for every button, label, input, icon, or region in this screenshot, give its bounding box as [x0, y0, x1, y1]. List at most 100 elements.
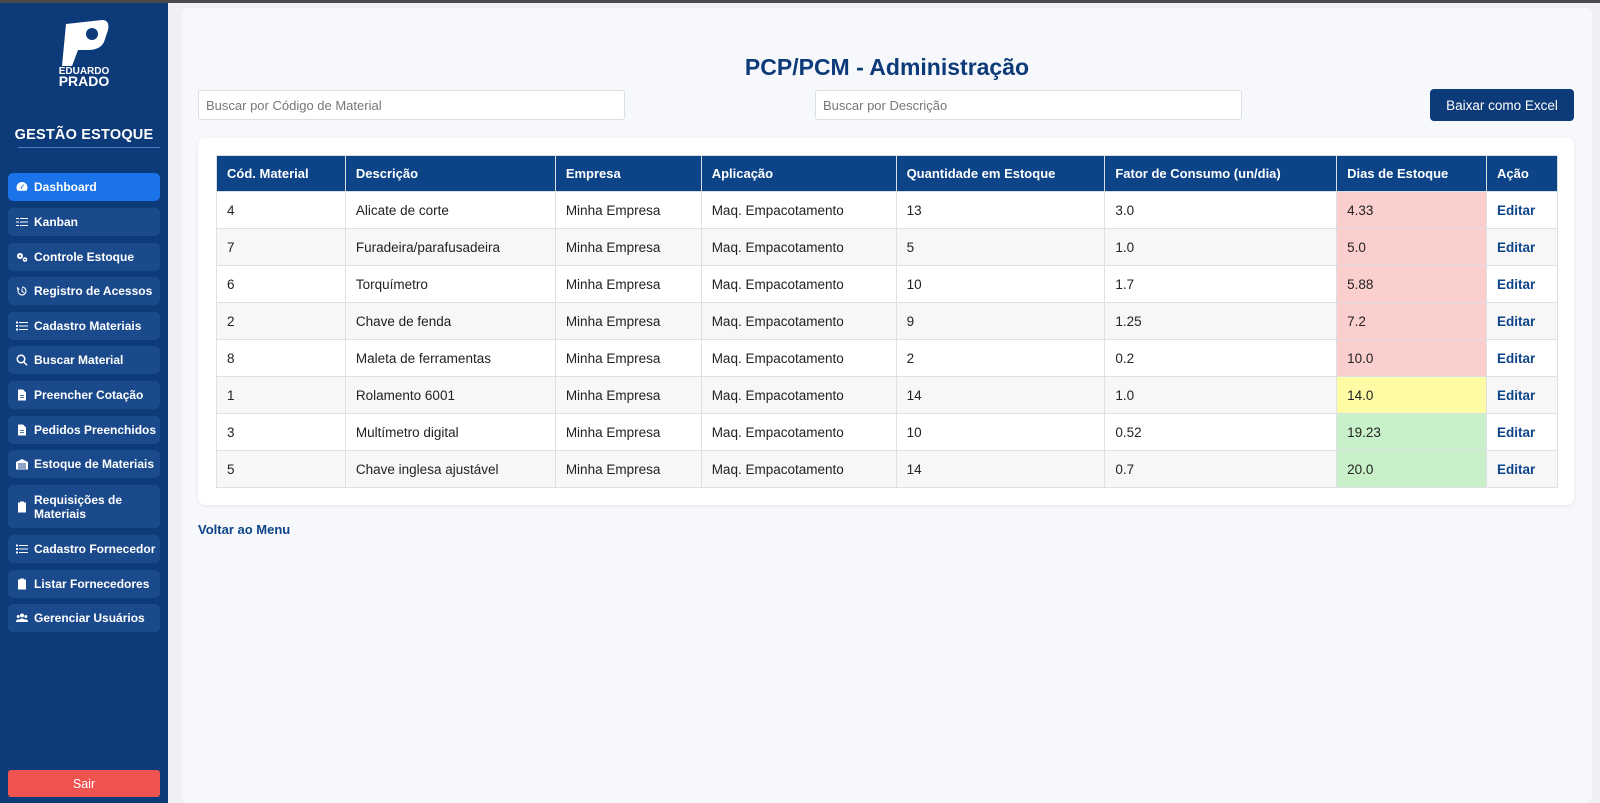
cell-company: Minha Empresa — [554, 376, 702, 414]
edit-link[interactable]: Editar — [1497, 314, 1535, 329]
edit-link[interactable]: Editar — [1497, 462, 1535, 477]
cell-company: Minha Empresa — [554, 265, 702, 303]
cell-description: Rolamento 6001 — [344, 376, 556, 414]
cell-stock-days: 19.23 — [1336, 413, 1487, 451]
sidebar-item-label: Requisições de Materiais — [34, 492, 123, 521]
download-excel-button[interactable]: Baixar como Excel — [1430, 89, 1574, 121]
cell-action: Editar — [1485, 302, 1559, 340]
col-header-dias-estoque[interactable]: Dias de Estoque — [1336, 155, 1487, 192]
cell-application: Maq. Empacotamento — [700, 302, 897, 340]
sidebar-item-requisicoes-materiais[interactable]: Requisições de Materiais — [8, 485, 160, 528]
cell-code: 6 — [216, 265, 346, 303]
back-to-menu-link[interactable]: Voltar ao Menu — [198, 522, 290, 537]
cell-company: Minha Empresa — [554, 413, 702, 451]
cell-consumption-factor: 1.7 — [1104, 265, 1338, 303]
eduardo-prado-logo: EDUARDO PRADO — [44, 18, 124, 89]
search-icon — [15, 353, 29, 367]
cell-application: Maq. Empacotamento — [700, 450, 897, 488]
col-header-acao: Ação — [1485, 155, 1559, 192]
cell-description: Alicate de corte — [344, 191, 556, 229]
cell-stock-days: 10.0 — [1336, 339, 1487, 377]
cell-company: Minha Empresa — [554, 191, 702, 229]
cell-description: Chave de fenda — [344, 302, 556, 340]
sidebar-item-controle-estoque[interactable]: Controle Estoque — [8, 243, 160, 271]
logout-button[interactable]: Sair — [8, 770, 160, 797]
sidebar-item-registro-acessos[interactable]: Registro de Acessos — [8, 277, 160, 305]
sidebar-item-pedidos-preenchidos[interactable]: Pedidos Preenchidos — [8, 416, 160, 444]
cell-consumption-factor: 1.25 — [1104, 302, 1338, 340]
edit-link[interactable]: Editar — [1497, 388, 1535, 403]
sidebar-item-preencher-cotacao[interactable]: Preencher Cotação — [8, 381, 160, 409]
table-row: 1 Rolamento 6001 Minha Empresa Maq. Empa… — [216, 376, 1559, 414]
edit-link[interactable]: Editar — [1497, 425, 1535, 440]
sidebar: EDUARDO PRADO GESTÃO ESTOQUE Dashboard K… — [0, 3, 168, 803]
cell-code: 2 — [216, 302, 346, 340]
cell-description: Torquímetro — [344, 265, 556, 303]
sidebar-title-underline — [18, 147, 160, 148]
cell-application: Maq. Empacotamento — [700, 376, 897, 414]
gears-icon — [15, 250, 29, 264]
table-header-row: Cód. Material Descrição Empresa Aplicaçã… — [216, 155, 1559, 192]
cell-stock-days: 20.0 — [1336, 450, 1487, 488]
cell-consumption-factor: 0.2 — [1104, 339, 1338, 377]
clipboard-icon — [15, 577, 29, 591]
cell-quantity: 10 — [895, 413, 1106, 451]
sidebar-item-label: Estoque de Materiais — [34, 457, 155, 471]
search-description-input[interactable] — [815, 90, 1242, 120]
cell-code: 1 — [216, 376, 346, 414]
table-row: 3 Multímetro digital Minha Empresa Maq. … — [216, 413, 1559, 451]
sidebar-item-gerenciar-usuarios[interactable]: Gerenciar Usuários — [8, 604, 160, 632]
cell-code: 7 — [216, 228, 346, 266]
cell-quantity: 14 — [895, 376, 1106, 414]
users-icon — [15, 611, 29, 625]
cell-action: Editar — [1485, 376, 1559, 414]
edit-link[interactable]: Editar — [1497, 277, 1535, 292]
dashboard-gauge-icon — [15, 180, 29, 194]
search-code-input[interactable] — [198, 90, 625, 120]
materials-table: Cód. Material Descrição Empresa Aplicaçã… — [216, 155, 1559, 488]
sidebar-item-buscar-material[interactable]: Buscar Material — [8, 346, 160, 374]
cell-description: Maleta de ferramentas — [344, 339, 556, 377]
edit-link[interactable]: Editar — [1497, 240, 1535, 255]
cell-quantity: 10 — [895, 265, 1106, 303]
cell-company: Minha Empresa — [554, 228, 702, 266]
sidebar-item-label: Cadastro Fornecedor — [34, 542, 156, 556]
sidebar-item-label: Dashboard — [34, 180, 97, 194]
cell-consumption-factor: 3.0 — [1104, 191, 1338, 229]
col-header-empresa[interactable]: Empresa — [554, 155, 702, 192]
table-row: 4 Alicate de corte Minha Empresa Maq. Em… — [216, 191, 1559, 229]
sidebar-item-kanban[interactable]: Kanban — [8, 208, 160, 236]
sidebar-item-dashboard[interactable]: Dashboard — [8, 173, 160, 201]
sidebar-item-cadastro-fornecedor[interactable]: Cadastro Fornecedor — [8, 535, 160, 563]
cell-description: Furadeira/parafusadeira — [344, 228, 556, 266]
cell-code: 3 — [216, 413, 346, 451]
table-row: 5 Chave inglesa ajustável Minha Empresa … — [216, 450, 1559, 488]
col-header-codigo[interactable]: Cód. Material — [216, 155, 346, 192]
sidebar-item-listar-fornecedores[interactable]: Listar Fornecedores — [8, 570, 160, 598]
sidebar-item-label: Preencher Cotação — [34, 388, 144, 402]
table-row: 6 Torquímetro Minha Empresa Maq. Empacot… — [216, 265, 1559, 303]
sidebar-item-label: Gerenciar Usuários — [34, 611, 145, 625]
warehouse-icon — [15, 457, 29, 471]
page-title: PCP/PCM - Administração — [744, 54, 1030, 80]
edit-link[interactable]: Editar — [1497, 203, 1535, 218]
cell-quantity: 14 — [895, 450, 1106, 488]
sidebar-item-label: Buscar Material — [34, 353, 124, 367]
cell-action: Editar — [1485, 413, 1559, 451]
col-header-quantidade[interactable]: Quantidade em Estoque — [895, 155, 1106, 192]
history-icon — [15, 284, 29, 298]
col-header-fator-consumo[interactable]: Fator de Consumo (un/dia) — [1104, 155, 1338, 192]
sidebar-item-estoque-materiais[interactable]: Estoque de Materiais — [8, 450, 160, 478]
edit-link[interactable]: Editar — [1497, 351, 1535, 366]
cell-application: Maq. Empacotamento — [700, 339, 897, 377]
col-header-descricao[interactable]: Descrição — [344, 155, 556, 192]
clipboard-icon — [15, 500, 29, 514]
table-row: 8 Maleta de ferramentas Minha Empresa Ma… — [216, 339, 1559, 377]
cell-quantity: 13 — [895, 191, 1106, 229]
list-icon — [15, 542, 29, 556]
cell-application: Maq. Empacotamento — [700, 413, 897, 451]
cell-consumption-factor: 0.52 — [1104, 413, 1338, 451]
sidebar-item-cadastro-materiais[interactable]: Cadastro Materiais — [8, 312, 160, 340]
sidebar-title: GESTÃO ESTOQUE — [14, 127, 154, 143]
col-header-aplicacao[interactable]: Aplicação — [700, 155, 897, 192]
